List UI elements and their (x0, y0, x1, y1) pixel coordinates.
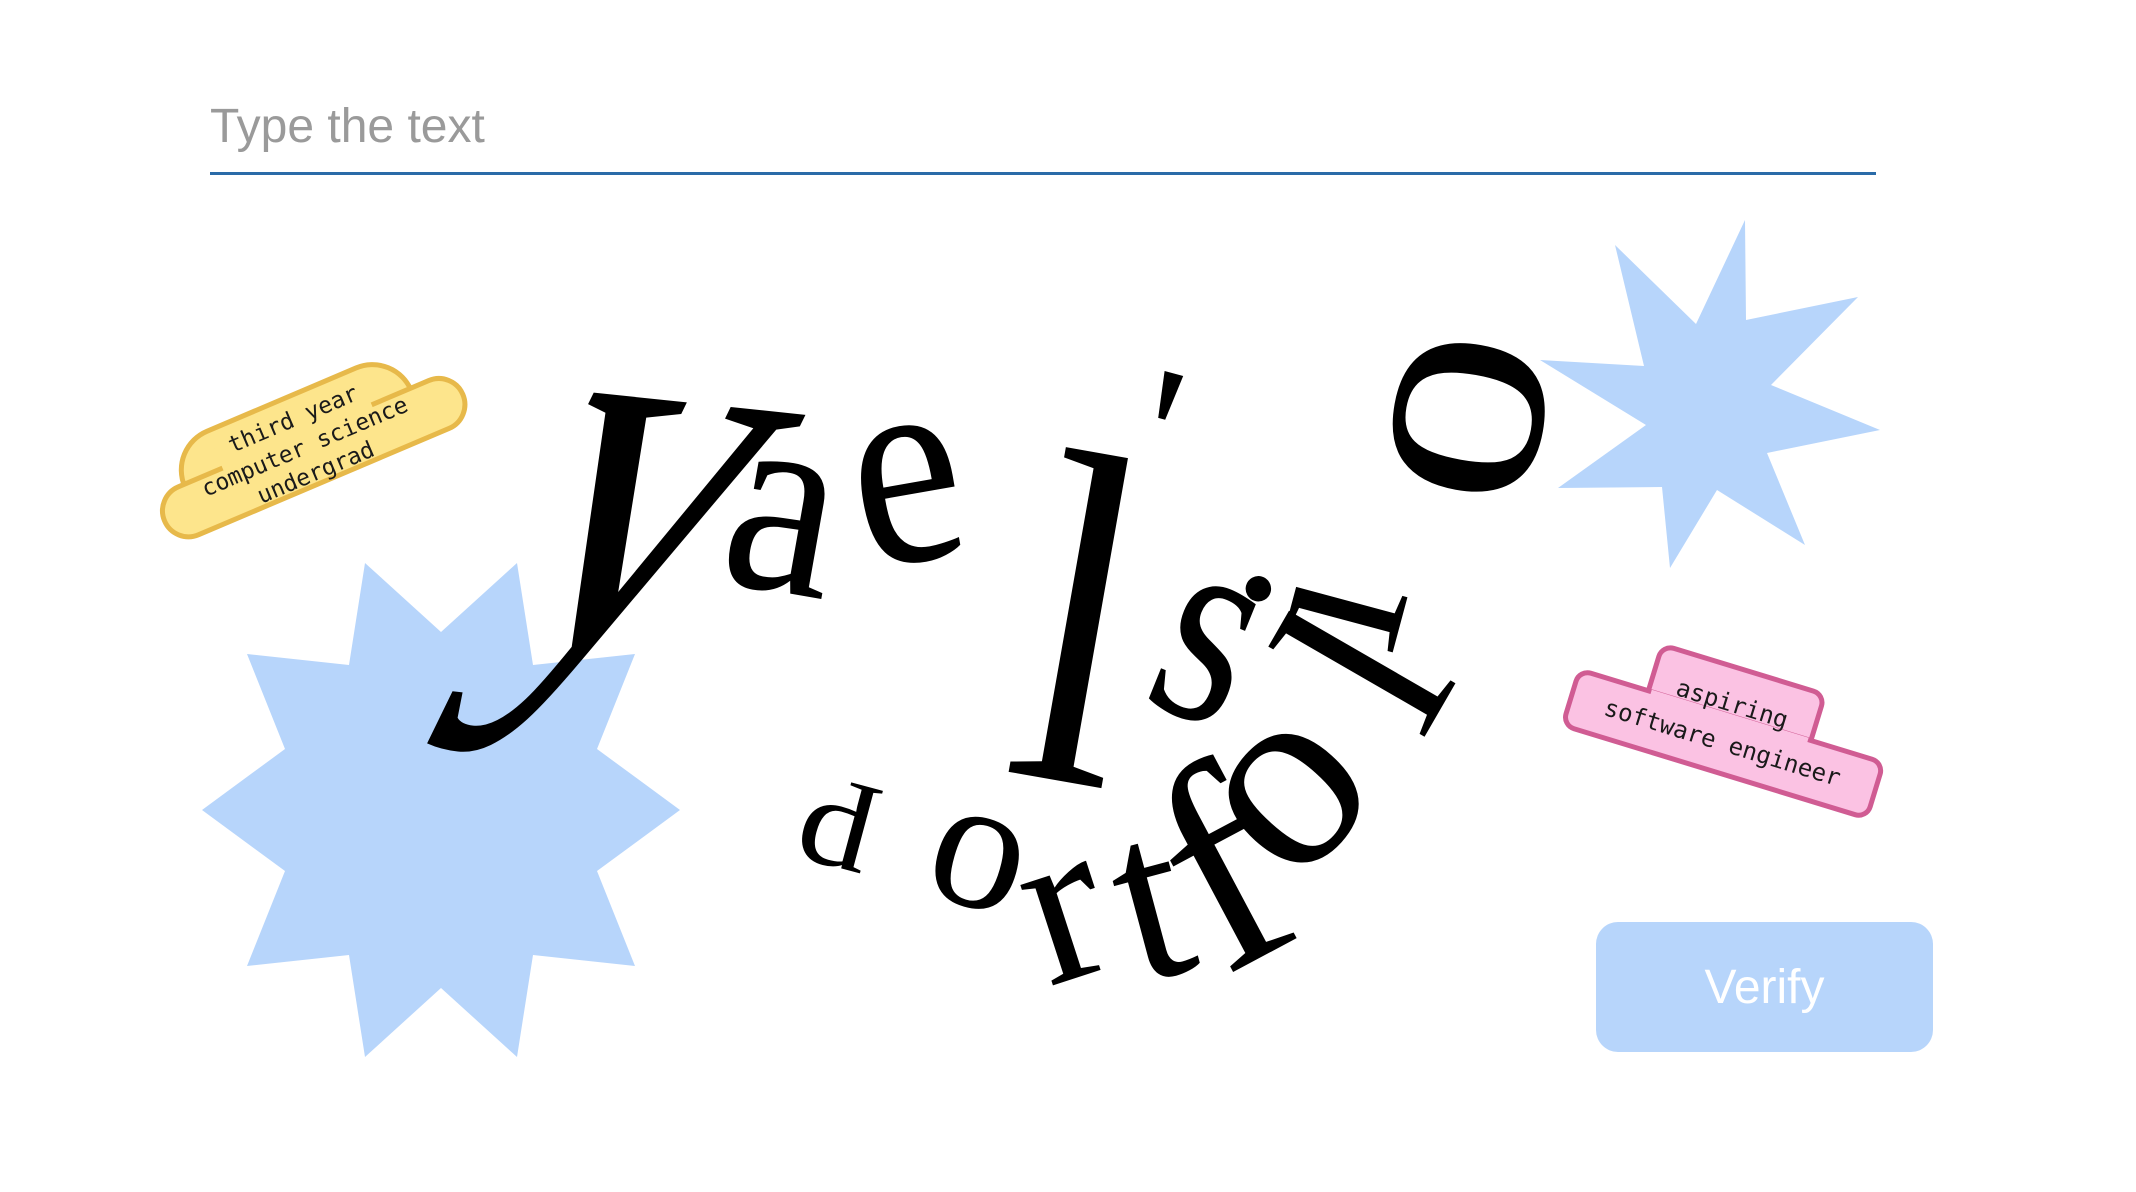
sticker-third-year: third year computer science undergrad (160, 362, 468, 540)
verify-button[interactable]: Verify (1596, 922, 1933, 1052)
sticker-aspiring: aspiring software engineer (1563, 645, 1884, 818)
captcha-letter-7: p (777, 771, 886, 927)
